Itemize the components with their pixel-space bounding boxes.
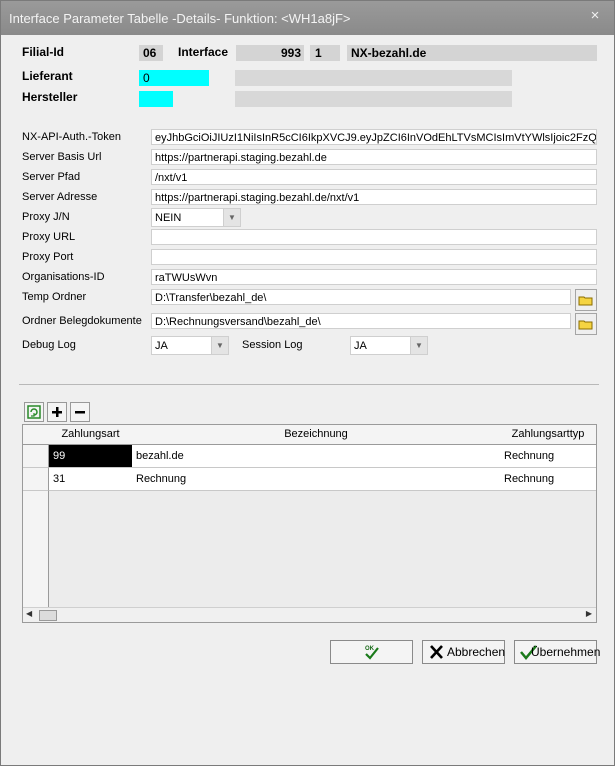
chevron-down-icon[interactable]: ▼ [223,209,240,226]
temp-ordner-label: Temp Ordner [22,291,87,303]
proxy-port-field[interactable] [151,249,597,265]
table-cell-zahlungsart[interactable]: 31 [49,468,133,491]
close-icon[interactable]: × [587,8,603,24]
table-cell-zahlungsarttyp[interactable]: Rechnung [500,468,596,491]
pfad-field[interactable]: /nxt/v1 [151,169,597,185]
beleg-ordner-browse-button[interactable] [575,313,597,335]
hersteller-name-display [235,91,512,107]
lieferant-input[interactable]: 0 [139,70,209,86]
abbrechen-button-label: Abbrechen [447,645,506,659]
table-cell-bezeichnung[interactable]: bezahl.de [132,445,501,468]
filial-id-value: 06 [139,45,163,61]
abbrechen-button[interactable]: Abbrechen [422,640,505,664]
plus-icon [52,407,62,417]
proxy-url-label: Proxy URL [22,231,76,243]
folder-icon [578,320,593,330]
divider [19,384,599,385]
dialog-window: Interface Parameter Tabelle -Details- Fu… [0,0,615,766]
svg-text:OK: OK [365,646,375,652]
beleg-ordner-field[interactable]: D:\Rechnungsversand\bezahl_de\ [151,313,571,329]
row-header-corner [23,425,50,445]
column-header-zahlungsarttyp[interactable]: Zahlungsarttyp [500,425,596,445]
proxy-port-label: Proxy Port [22,251,74,263]
proxy-jn-select[interactable]: NEIN ▼ [151,208,241,227]
debug-log-label: Debug Log [22,339,76,351]
debug-log-select[interactable]: JA ▼ [151,336,229,355]
row-header[interactable] [23,468,49,491]
table-cell-zahlungsart[interactable]: 99 [49,445,133,468]
adresse-label: Server Adresse [22,191,98,203]
filial-id-label: Filial-Id [22,45,64,59]
org-id-label: Organisations-ID [22,271,105,283]
interface-number-value: 1 [310,45,340,61]
chevron-down-icon[interactable]: ▼ [211,337,228,354]
uebernehmen-button[interactable]: Übernehmen [514,640,601,664]
basis-url-label: Server Basis Url [22,151,102,163]
proxy-jn-value: NEIN [155,212,182,224]
uebernehmen-button-label: Übernehmen [531,645,601,659]
chevron-down-icon[interactable]: ▼ [410,337,427,354]
org-id-field[interactable]: raTWUsWvn [151,269,597,285]
close-x-icon [430,645,443,659]
window-title: Interface Parameter Tabelle -Details- Fu… [9,11,351,26]
interface-id-value: 993 [236,45,304,61]
session-log-label: Session Log [242,339,303,351]
ok-check-icon: OK [365,646,379,660]
row-header[interactable] [23,445,49,468]
lieferant-label: Lieferant [22,69,73,83]
pfad-label: Server Pfad [22,171,81,183]
adresse-field[interactable]: https://partnerapi.staging.bezahl.de/nxt… [151,189,597,205]
column-header-zahlungsart[interactable]: Zahlungsart [49,425,133,445]
title-bar[interactable]: Interface Parameter Tabelle -Details- Fu… [1,1,614,35]
refresh-icon [27,405,41,419]
temp-ordner-browse-button[interactable] [575,289,597,311]
beleg-ordner-label: Ordner Belegdokumente [22,315,142,327]
horizontal-scrollbar[interactable]: ◀ ▶ [23,607,596,622]
proxy-jn-label: Proxy J/N [22,211,70,223]
minus-icon [75,411,85,414]
hersteller-input[interactable] [139,91,173,107]
hersteller-label: Hersteller [22,90,78,104]
temp-ordner-field[interactable]: D:\Transfer\bezahl_de\ [151,289,571,305]
row-header-empty [23,491,49,608]
proxy-url-field[interactable] [151,229,597,245]
lieferant-name-display [235,70,512,86]
session-log-select[interactable]: JA ▼ [350,336,428,355]
scroll-left-icon[interactable]: ◀ [26,609,32,618]
basis-url-field[interactable]: https://partnerapi.staging.bezahl.de [151,149,597,165]
token-label: NX-API-Auth.-Token [22,131,122,143]
add-row-button[interactable] [47,402,67,422]
remove-row-button[interactable] [70,402,90,422]
zahlungsart-grid: Zahlungsart Bezeichnung Zahlungsarttyp 9… [22,424,597,623]
interface-label: Interface [178,45,229,59]
column-header-bezeichnung[interactable]: Bezeichnung [132,425,501,445]
table-cell-bezeichnung[interactable]: Rechnung [132,468,501,491]
token-field[interactable]: eyJhbGciOiJIUzI1NiIsInR5cCI6IkpXVCJ9.eyJ… [151,129,597,145]
folder-icon [578,296,593,306]
session-log-value: JA [354,340,367,352]
interface-name-value: NX-bezahl.de [347,45,597,61]
refresh-button[interactable] [24,402,44,422]
table-cell-zahlungsarttyp[interactable]: Rechnung [500,445,596,468]
ok-button[interactable]: OK [330,640,413,664]
scroll-right-icon[interactable]: ▶ [586,609,592,618]
debug-log-value: JA [155,340,168,352]
scroll-thumb[interactable] [39,610,57,621]
